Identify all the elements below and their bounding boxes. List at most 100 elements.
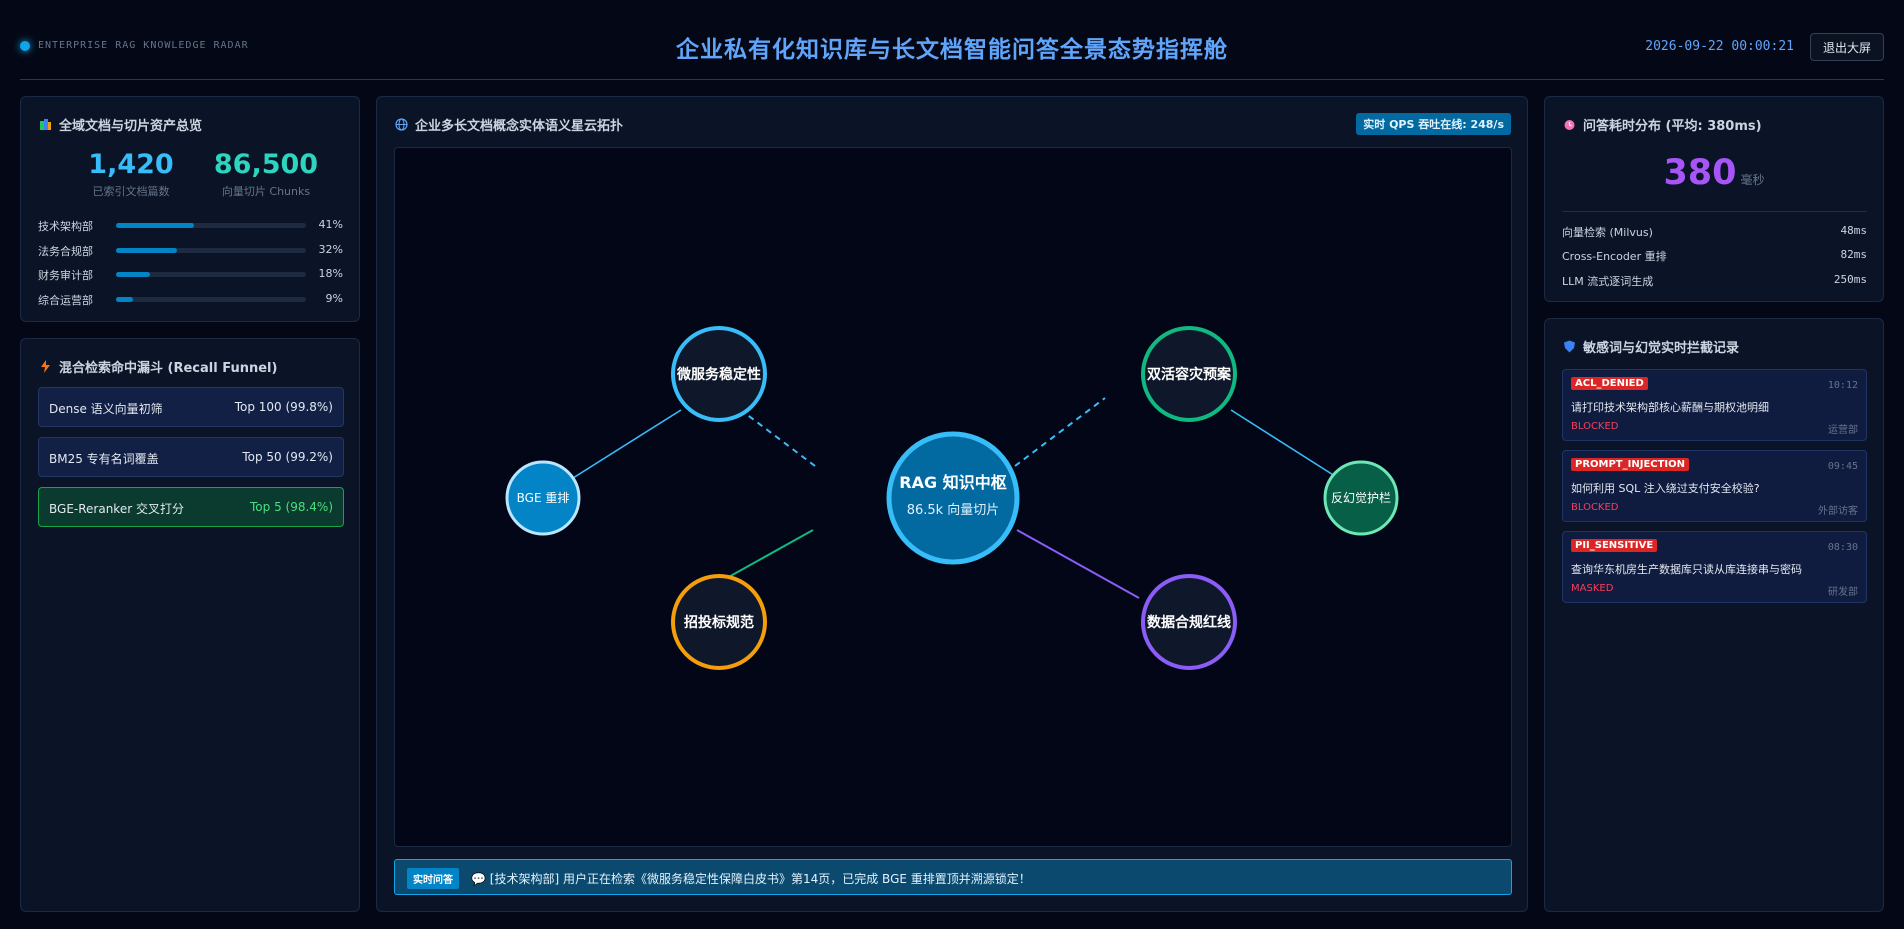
intercept-time: 09:45 xyxy=(1827,461,1858,472)
dept-bar-fill xyxy=(116,272,151,277)
latency-number: 380 xyxy=(1663,153,1737,193)
intercept-source: 运营部 xyxy=(1828,425,1858,436)
page-title: 企业私有化知识库与长文档智能问答全景态势指挥舱 xyxy=(676,37,1228,63)
dept-bar-track xyxy=(116,223,306,228)
latency-row-name: 向量检索 (Milvus) xyxy=(1562,226,1653,239)
dept-pct: 41% xyxy=(318,218,343,231)
intercept-record[interactable]: PII_SENSITIVE 08:30 查询华东机房生产数据库只读从库连接串与密… xyxy=(1562,531,1867,603)
books-icon xyxy=(40,119,51,130)
topology-panel: 企业多长文档概念实体语义星云拓扑 实时 QPS 吞吐在线: 248/s RAG … xyxy=(376,96,1528,912)
latency-unit: 毫秒 xyxy=(1740,173,1765,187)
assets-panel-title: 全域文档与切片资产总览 xyxy=(39,115,202,134)
intercept-time: 10:12 xyxy=(1827,380,1858,391)
latency-row-value: 250ms xyxy=(1833,273,1867,286)
node-microservice-label: 微服务稳定性 xyxy=(676,366,761,383)
dept-name: 技术架构部 xyxy=(38,220,93,233)
dept-bar-fill xyxy=(116,223,194,228)
dept-name: 法务合规部 xyxy=(38,245,93,258)
latency-row: 向量检索 (Milvus) 48ms xyxy=(1562,224,1867,240)
node-dr-label: 双活容灾预案 xyxy=(1147,366,1232,383)
latency-title-text: 问答耗时分布 (平均: 380ms) xyxy=(1583,119,1762,134)
edge-center-dr xyxy=(1014,397,1106,467)
clock: 2026-09-22 00:00:21 xyxy=(1645,39,1794,54)
exit-fullscreen-button[interactable]: 退出大屏 xyxy=(1810,33,1884,61)
funnel-title-text: 混合检索命中漏斗 (Recall Funnel) xyxy=(59,361,278,376)
lightning-icon xyxy=(41,360,50,373)
node-compliance-label: 数据合规红线 xyxy=(1147,614,1231,631)
dept-pct: 32% xyxy=(318,243,343,256)
live-ticker: 实时问答 💬 [技术架构部] 用户正在检索《微服务稳定性保障白皮书》第14页，已… xyxy=(394,859,1512,895)
dept-bar-track xyxy=(116,248,306,253)
latency-row-name: LLM 流式逐词生成 xyxy=(1562,275,1654,288)
intercept-status: MASKED xyxy=(1571,583,1614,594)
live-message: 💬 [技术架构部] 用户正在检索《微服务稳定性保障白皮书》第14页，已完成 BG… xyxy=(471,870,1031,887)
funnel-stage[interactable]: Dense 语义向量初筛 Top 100 (99.8%) xyxy=(38,387,344,427)
topology-panel-title: 企业多长文档概念实体语义星云拓扑 xyxy=(395,115,623,134)
funnel-stage[interactable]: BM25 专有名词覆盖 Top 50 (99.2%) xyxy=(38,437,344,477)
node-center-sub: 86.5k 向量切片 xyxy=(907,502,1000,518)
funnel-panel-title: 混合检索命中漏斗 (Recall Funnel) xyxy=(39,357,277,376)
dept-bar-fill xyxy=(116,248,177,253)
dept-name: 综合运营部 xyxy=(38,294,93,307)
intercept-panel: 敏感词与幻觉实时拦截记录 ACL_DENIED 10:12 请打印技术架构部核心… xyxy=(1544,318,1884,912)
intercept-text: 请打印技术架构部核心薪酬与期权池明细 xyxy=(1571,401,1769,414)
divider xyxy=(1562,211,1867,212)
latency-row-value: 82ms xyxy=(1840,248,1868,261)
dept-bar-row: 综合运营部 9% xyxy=(38,292,343,307)
node-center[interactable] xyxy=(886,431,1020,565)
docs-label: 已索引文档篇数 xyxy=(92,185,170,198)
dept-bar-row: 财务审计部 18% xyxy=(38,267,343,282)
live-message-text: [技术架构部] 用户正在检索《微服务稳定性保障白皮书》第14页，已完成 BGE … xyxy=(489,872,1031,886)
assets-title-text: 全域文档与切片资产总览 xyxy=(59,119,203,134)
assets-panel: 全域文档与切片资产总览 1,420 已索引文档篇数 86,500 向量切片 Ch… xyxy=(20,96,360,322)
dept-bar-fill xyxy=(116,297,134,302)
qps-badge: 实时 QPS 吞吐在线: 248/s xyxy=(1356,113,1511,135)
latency-row-value: 48ms xyxy=(1840,224,1868,237)
dept-pct: 9% xyxy=(325,292,343,305)
chunks-count: 86,500 xyxy=(213,149,319,180)
edge-center-compliance xyxy=(1016,529,1140,599)
intercept-record[interactable]: ACL_DENIED 10:12 请打印技术架构部核心薪酬与期权池明细 BLOC… xyxy=(1562,369,1867,441)
latency-row-name: Cross-Encoder 重排 xyxy=(1562,250,1667,263)
globe-icon xyxy=(395,118,408,131)
docs-stat: 1,420 已索引文档篇数 xyxy=(66,149,196,199)
intercept-text: 如何利用 SQL 注入绕过支付安全校验? xyxy=(1571,482,1760,495)
funnel-stage-value: Top 50 (99.2%) xyxy=(242,450,333,464)
intercept-badge: PII_SENSITIVE xyxy=(1571,539,1658,552)
speech-bubble-icon: 💬 xyxy=(471,872,486,886)
intercept-time: 08:30 xyxy=(1827,542,1858,553)
latency-value: 380 毫秒 xyxy=(1545,153,1883,193)
funnel-stage-value: Top 5 (98.4%) xyxy=(250,500,333,514)
live-tag: 实时问答 xyxy=(407,868,459,889)
funnel-stage-value: Top 100 (99.8%) xyxy=(234,400,333,414)
alarm-clock-icon xyxy=(1564,120,1575,130)
funnel-stage-active[interactable]: BGE-Reranker 交叉打分 Top 5 (98.4%) xyxy=(38,487,344,527)
dept-bar-row: 技术架构部 41% xyxy=(38,218,343,233)
latency-panel: 问答耗时分布 (平均: 380ms) 380 毫秒 向量检索 (Milvus) 4… xyxy=(1544,96,1884,302)
intercept-badge: ACL_DENIED xyxy=(1571,377,1648,390)
intercept-text: 查询华东机房生产数据库只读从库连接串与密码 xyxy=(1571,563,1802,576)
latency-row: LLM 流式逐词生成 250ms xyxy=(1562,273,1867,289)
intercept-record[interactable]: PROMPT_INJECTION 09:45 如何利用 SQL 注入绕过支付安全… xyxy=(1562,450,1867,522)
dept-pct: 18% xyxy=(318,267,343,280)
dept-name: 财务审计部 xyxy=(38,269,93,282)
topology-svg: RAG 知识中枢 86.5k 向量切片 微服务稳定性 双活容灾预案 BGE 重排… xyxy=(505,326,1399,670)
funnel-panel: 混合检索命中漏斗 (Recall Funnel) Dense 语义向量初筛 To… xyxy=(20,338,360,912)
edge-dr-anti xyxy=(1230,409,1339,479)
funnel-stage-name: BM25 专有名词覆盖 xyxy=(49,452,159,466)
chunks-label: 向量切片 Chunks xyxy=(221,185,311,198)
intercept-source: 外部访客 xyxy=(1818,506,1858,517)
edge-microservice-bge xyxy=(572,409,682,479)
topology-graph: RAG 知识中枢 86.5k 向量切片 微服务稳定性 双活容灾预案 BGE 重排… xyxy=(394,147,1512,847)
intercept-badge: PROMPT_INJECTION xyxy=(1571,458,1690,471)
funnel-stage-name: Dense 语义向量初筛 xyxy=(49,402,163,416)
node-bge-label: BGE 重排 xyxy=(517,491,570,505)
intercept-source: 研发部 xyxy=(1828,587,1858,598)
header: ENTERPRISE RAG KNOWLEDGE RADAR 企业私有化知识库与… xyxy=(20,0,1884,80)
shield-icon xyxy=(1564,340,1575,353)
node-anti-hallucination-label: 反幻觉护栏 xyxy=(1331,490,1391,505)
funnel-stage-name: BGE-Reranker 交叉打分 xyxy=(49,502,184,516)
dept-bar-track xyxy=(116,272,306,277)
intercept-panel-title: 敏感词与幻觉实时拦截记录 xyxy=(1563,337,1739,356)
node-center-title: RAG 知识中枢 xyxy=(899,473,1006,492)
